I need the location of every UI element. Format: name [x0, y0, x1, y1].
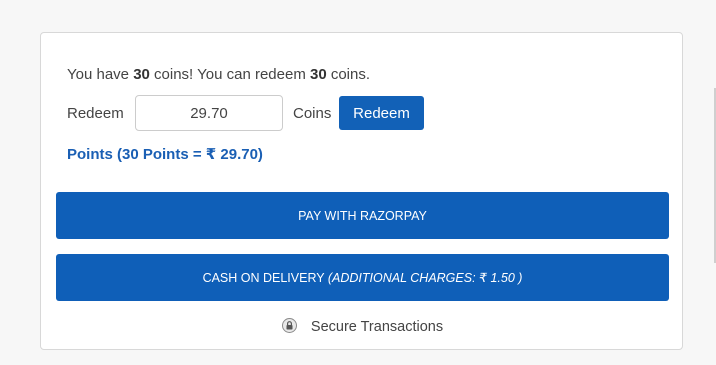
redeem-label: Redeem — [67, 105, 124, 122]
checkout-card: You have 30 coins! You can redeem 30 coi… — [40, 32, 683, 350]
coins-redeemable: 30 — [309, 66, 327, 83]
lock-icon — [281, 318, 297, 333]
secure-transactions-label: Secure Transactions — [310, 319, 444, 335]
redeem-amount-input[interactable] — [135, 95, 283, 131]
secure-transactions: Secure Transactions — [41, 318, 684, 335]
summary-prefix: You have — [67, 66, 134, 83]
cod-button-label: CASH ON DELIVERY — [202, 271, 328, 285]
pay-with-razorpay-button[interactable]: PAY WITH RAZORPAY — [56, 192, 669, 239]
cod-additional-charges: (ADDITIONAL CHARGES: ₹ 1.50 ) — [327, 271, 523, 285]
razorpay-button-label: PAY WITH RAZORPAY — [298, 208, 427, 223]
coins-available: 30 — [133, 66, 150, 83]
cash-on-delivery-button[interactable]: CASH ON DELIVERY (ADDITIONAL CHARGES: ₹ … — [56, 254, 669, 301]
coins-summary: You have 30 coins! You can redeem 30 coi… — [67, 66, 370, 83]
summary-suffix: coins. — [326, 66, 371, 83]
points-conversion: Points (30 Points = ₹ 29.70) — [67, 146, 263, 163]
summary-middle: coins! You can redeem — [149, 66, 310, 83]
coins-unit-label: Coins — [293, 105, 332, 122]
redeem-button[interactable]: Redeem — [339, 96, 424, 130]
